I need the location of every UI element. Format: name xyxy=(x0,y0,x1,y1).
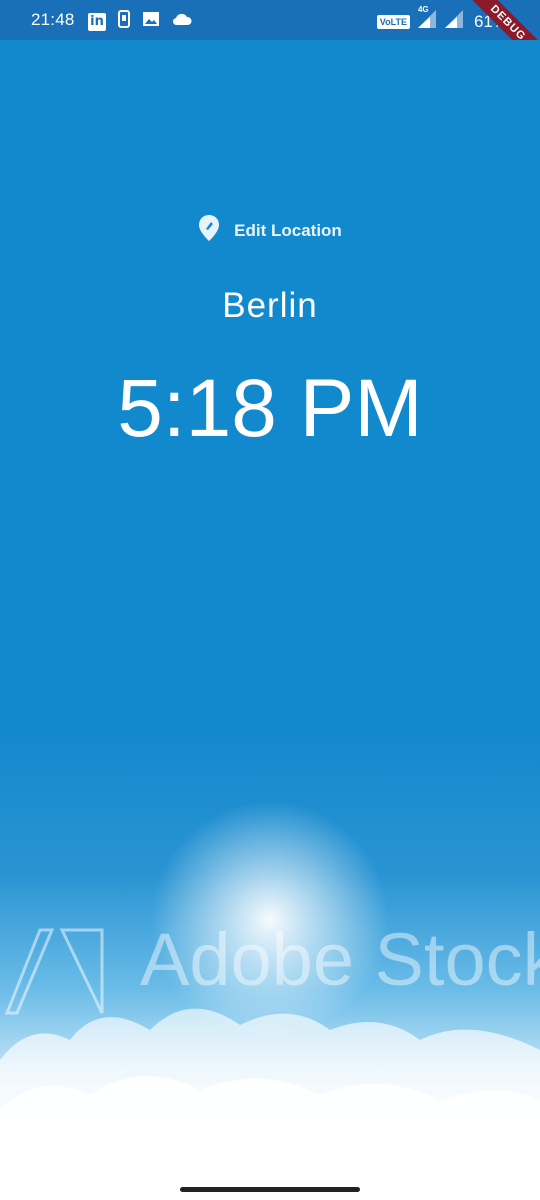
network-type-label: 4G xyxy=(417,5,429,14)
location-pin-icon xyxy=(198,214,220,247)
signal-icon: 4G xyxy=(416,5,438,34)
linkedin-icon: in xyxy=(88,12,106,31)
volte-icon: VoLTE xyxy=(376,14,410,29)
status-bar: 21:48 in VoLTE 4G 61% DEBUG xyxy=(0,0,540,72)
phone-sim-icon xyxy=(118,10,130,33)
status-time: 21:48 xyxy=(31,10,75,29)
stock-watermark: Adobe Stock xyxy=(140,918,540,1001)
city-name: Berlin xyxy=(222,286,318,325)
cloud-icon xyxy=(172,12,192,31)
image-icon xyxy=(142,11,160,32)
current-time: 5:18 PM xyxy=(117,363,423,454)
home-indicator[interactable] xyxy=(180,1187,360,1192)
notification-icons: in xyxy=(88,10,192,33)
edit-location-label: Edit Location xyxy=(234,220,342,240)
edit-location-button[interactable]: Edit Location xyxy=(0,214,540,247)
signal-icon xyxy=(444,9,464,34)
